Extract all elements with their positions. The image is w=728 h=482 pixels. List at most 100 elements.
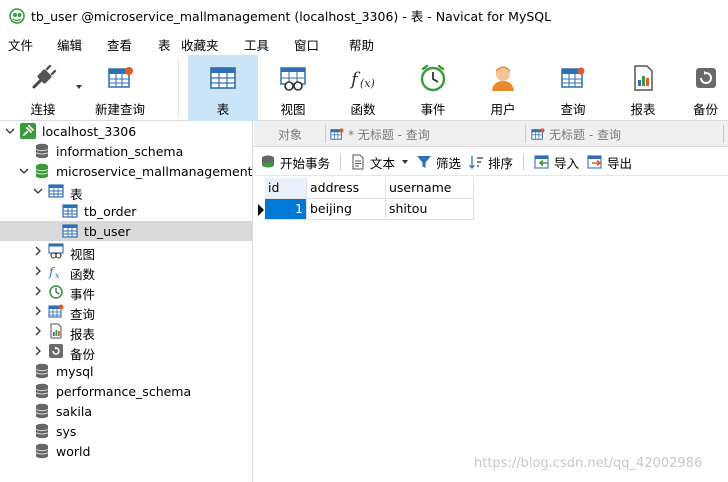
query-icon [330, 128, 344, 140]
menu-window[interactable]: 窗口 [294, 35, 319, 54]
database-icon [35, 143, 49, 159]
document-icon [352, 154, 364, 170]
chevron-right-icon[interactable] [33, 326, 43, 336]
view-icon [280, 67, 306, 91]
column-header-id[interactable]: id [265, 178, 307, 199]
chevron-down-icon[interactable] [19, 166, 29, 176]
connect-button[interactable]: 连接 [14, 55, 72, 121]
main-toolbar: 连接 新建查询 表 视图 f (x) 函数 事件 用户 查询 报表 备份 [0, 55, 728, 121]
tree-group-reports[interactable]: 报表 [0, 321, 252, 342]
tab-label: 对象 [278, 127, 303, 142]
tree-label: localhost_3306 [42, 124, 137, 139]
tab-label: 无标题 - 查询 [549, 127, 621, 142]
tree-group-backups[interactable]: 备份 [0, 341, 252, 362]
event-button[interactable]: 事件 [403, 55, 463, 121]
tree-table-tb-user[interactable]: tb_user [0, 221, 252, 241]
cell-username[interactable]: shitou [386, 199, 474, 220]
function-button[interactable]: f (x) 函数 [333, 55, 393, 121]
table-button[interactable]: 表 [188, 55, 258, 121]
query-button[interactable]: 查询 [543, 55, 603, 121]
report-icon [50, 323, 62, 339]
tree-label: tb_user [84, 224, 131, 239]
tab-separator [325, 125, 326, 143]
connect-dropdown-caret[interactable] [76, 85, 82, 89]
menu-favorites[interactable]: 收藏夹 [181, 35, 219, 54]
tree-db-information-schema[interactable]: information_schema [0, 141, 252, 161]
menu-view[interactable]: 查看 [107, 35, 132, 54]
tree-db-mysql[interactable]: mysql [0, 361, 252, 381]
tree-db-world[interactable]: world [0, 441, 252, 461]
user-icon [492, 66, 514, 91]
chevron-down-icon[interactable] [33, 186, 43, 196]
backup-button[interactable]: 备份 [683, 55, 728, 121]
data-grid: id address username 1 beijing shitou [254, 178, 728, 482]
view-button[interactable]: 视图 [263, 55, 323, 121]
text-button[interactable]: 文本 [350, 153, 413, 171]
menu-file[interactable]: 文件 [8, 35, 33, 54]
menu-edit[interactable]: 编辑 [57, 35, 82, 54]
chevron-right-icon[interactable] [33, 266, 43, 276]
tree-label: mysql [56, 364, 94, 379]
menu-bar: 文件 编辑 查看 表 收藏夹 工具 窗口 帮助 [0, 31, 728, 55]
backup-icon [49, 344, 63, 358]
tree-group-views[interactable]: 视图 [0, 241, 252, 262]
sort-button[interactable]: 排序 [468, 153, 513, 171]
svg-text:(x): (x) [360, 77, 375, 90]
backup-label: 备份 [692, 102, 718, 117]
tree-connection-localhost[interactable]: localhost_3306 [0, 121, 252, 141]
tree-label: sakila [56, 404, 93, 419]
tree-table-tb-order[interactable]: tb_order [0, 201, 252, 221]
column-header-address[interactable]: address [307, 178, 386, 199]
view-icon [48, 243, 64, 259]
tree-group-queries[interactable]: 查询 [0, 301, 252, 322]
user-button[interactable]: 用户 [473, 55, 533, 121]
column-header-username[interactable]: username [386, 178, 474, 199]
export-button[interactable]: 导出 [587, 153, 632, 171]
query-icon [561, 67, 585, 88]
chevron-right-icon[interactable] [33, 246, 43, 256]
table-icon [210, 67, 236, 89]
database-icon [35, 423, 49, 439]
tree-group-events[interactable]: 事件 [0, 281, 252, 302]
menu-table[interactable]: 表 [158, 35, 171, 54]
chevron-right-icon[interactable] [33, 306, 43, 316]
begin-transaction-button[interactable]: 开始事务 [260, 153, 330, 171]
table-label: 表 [216, 102, 230, 117]
tree-db-sakila[interactable]: sakila [0, 401, 252, 421]
navigation-tree: localhost_3306 information_schema micros… [0, 121, 253, 482]
import-button[interactable]: 导入 [534, 153, 579, 171]
tab-objects[interactable]: 对象 [278, 121, 302, 147]
plug-icon [32, 64, 57, 89]
cell-id[interactable]: 1 [265, 199, 307, 220]
import-label: 导入 [554, 155, 580, 171]
tree-label: information_schema [56, 144, 184, 159]
new-query-label: 新建查询 [94, 102, 145, 117]
tree-db-performance-schema[interactable]: performance_schema [0, 381, 252, 401]
cell-address[interactable]: beijing [307, 199, 386, 220]
tab-query-1[interactable]: * 无标题 - 查询 [330, 121, 430, 147]
tree-db-microservice-mallmanagement[interactable]: microservice_mallmanagement [0, 161, 253, 181]
chevron-right-icon[interactable] [33, 346, 43, 356]
tab-bar: 对象 * 无标题 - 查询 无标题 - 查询 [254, 121, 728, 147]
menu-tools[interactable]: 工具 [244, 35, 269, 54]
view-label: 视图 [280, 102, 306, 117]
navicat-logo-icon [9, 7, 25, 24]
tab-label: * 无标题 - 查询 [348, 127, 430, 142]
menu-help[interactable]: 帮助 [349, 35, 374, 54]
chevron-right-icon[interactable] [33, 286, 43, 296]
export-icon [587, 155, 602, 169]
tree-db-sys[interactable]: sys [0, 421, 252, 441]
tree-label: world [56, 444, 91, 459]
import-icon [534, 155, 549, 169]
tab-query-2[interactable]: 无标题 - 查询 [531, 121, 621, 147]
filter-button[interactable]: 筛选 [416, 153, 461, 171]
watermark: https://blog.csdn.net/qq_42002986 [474, 456, 703, 471]
new-query-button[interactable]: 新建查询 [90, 55, 150, 121]
tree-group-functions[interactable]: fx 函数 [0, 261, 252, 282]
tree-group-tables[interactable]: 表 [0, 181, 252, 202]
backup-icon [695, 68, 716, 88]
table-icon [48, 184, 64, 198]
chevron-down-icon[interactable] [5, 126, 15, 136]
export-label: 导出 [607, 155, 633, 171]
report-button[interactable]: 报表 [613, 55, 673, 121]
